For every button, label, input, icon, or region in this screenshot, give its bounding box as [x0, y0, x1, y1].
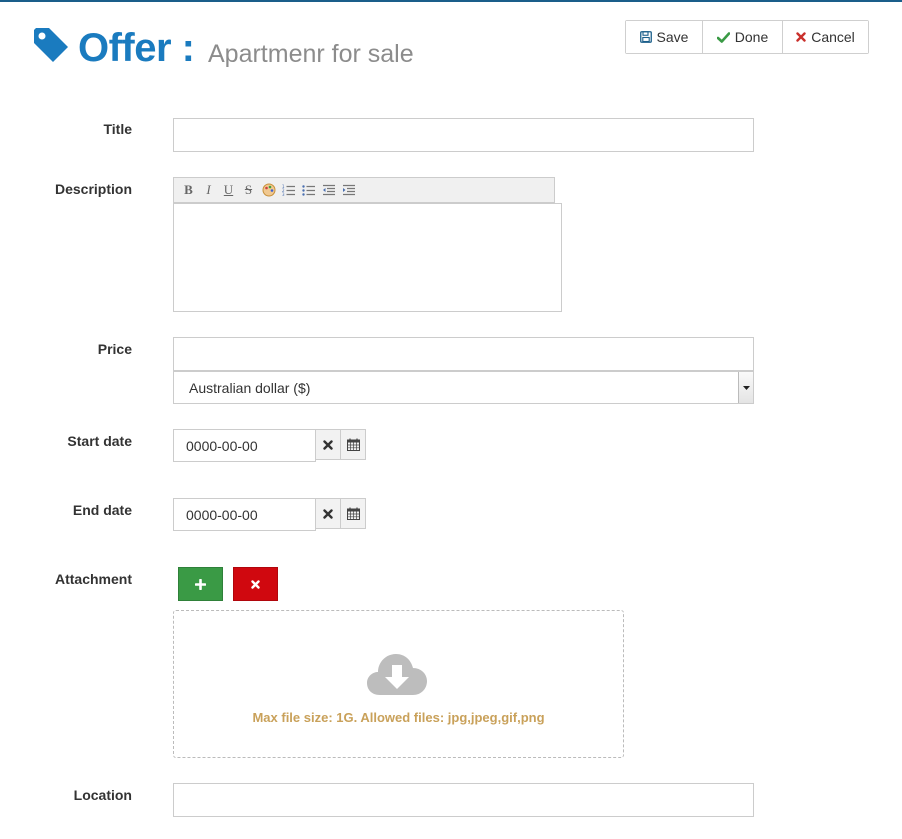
file-dropzone[interactable]: Max file size: 1G. Allowed files: jpg,jp… — [173, 610, 624, 758]
strikethrough-button[interactable]: S — [240, 182, 257, 199]
start-date-input[interactable]: 0000-00-00 — [173, 429, 316, 462]
close-icon — [323, 439, 333, 450]
indent-button[interactable] — [340, 182, 357, 199]
description-editor[interactable] — [173, 203, 562, 312]
outdent-icon — [322, 184, 335, 195]
palette-icon — [262, 183, 275, 197]
location-input[interactable] — [173, 783, 754, 817]
page-subtitle: Apartmenr for sale — [208, 40, 414, 68]
select-arrow[interactable] — [738, 372, 753, 403]
cancel-label: Cancel — [811, 29, 855, 45]
end-date-calendar-button[interactable] — [341, 498, 366, 529]
plus-icon — [195, 578, 206, 590]
editor-toolbar: B I U S 1 2 3 — [173, 177, 555, 203]
top-border — [0, 0, 902, 2]
caret-down-icon — [742, 385, 750, 390]
palette-button[interactable] — [260, 182, 277, 199]
action-toolbar: Save Done Cancel — [625, 20, 869, 54]
attachment-label: Attachment — [54, 571, 132, 587]
price-input[interactable] — [173, 337, 754, 371]
svg-text:3: 3 — [282, 192, 285, 197]
start-date-clear-button[interactable] — [316, 429, 341, 460]
start-date-calendar-button[interactable] — [341, 429, 366, 460]
price-label: Price — [97, 341, 132, 357]
end-date-input[interactable]: 0000-00-00 — [173, 498, 316, 531]
start-date-label: Start date — [67, 433, 132, 449]
close-icon — [323, 508, 333, 519]
close-icon — [251, 579, 260, 589]
italic-button[interactable]: I — [200, 182, 217, 199]
calendar-icon — [346, 438, 360, 451]
page-title: Offer : — [78, 26, 195, 70]
start-date-group: 0000-00-00 — [173, 429, 366, 462]
description-label: Description — [54, 181, 132, 197]
indent-icon — [342, 184, 355, 195]
tag-icon — [34, 28, 68, 62]
ordered-list-icon: 1 2 3 — [282, 184, 295, 197]
currency-select[interactable]: Australian dollar ($) — [173, 371, 754, 404]
ordered-list-button[interactable]: 1 2 3 — [280, 182, 297, 199]
end-date-label: End date — [72, 502, 132, 518]
title-input[interactable] — [173, 118, 754, 152]
save-label: Save — [656, 29, 689, 45]
cancel-button[interactable]: Cancel — [782, 21, 868, 53]
currency-selected-value: Australian dollar ($) — [189, 379, 311, 396]
bold-button[interactable]: B — [180, 182, 197, 199]
calendar-icon — [346, 507, 360, 520]
location-label: Location — [73, 787, 132, 803]
check-icon — [716, 31, 730, 43]
close-icon — [796, 32, 806, 42]
save-button[interactable]: Save — [626, 21, 702, 53]
floppy-icon — [639, 31, 652, 43]
end-date-clear-button[interactable] — [316, 498, 341, 529]
add-attachment-button[interactable] — [178, 567, 223, 601]
bullet-list-button[interactable] — [300, 182, 317, 199]
done-button[interactable]: Done — [702, 21, 782, 53]
remove-attachment-button[interactable] — [233, 567, 278, 601]
done-label: Done — [734, 29, 769, 45]
end-date-group: 0000-00-00 — [173, 498, 366, 531]
bullet-list-icon — [301, 184, 315, 196]
cloud-download-icon — [367, 654, 427, 695]
underline-button[interactable]: U — [220, 182, 237, 199]
dropzone-hint: Max file size: 1G. Allowed files: jpg,jp… — [252, 710, 545, 725]
title-label: Title — [103, 121, 132, 137]
outdent-button[interactable] — [320, 182, 337, 199]
